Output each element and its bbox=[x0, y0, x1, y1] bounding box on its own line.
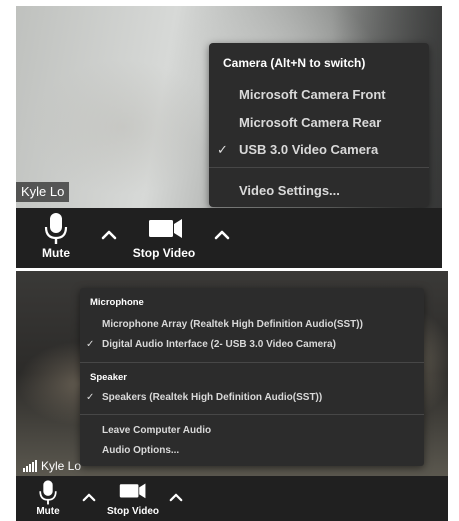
camera-menu: Camera (Alt+N to switch) Microsoft Camer… bbox=[209, 43, 429, 207]
speaker-heading: Speaker bbox=[90, 372, 127, 383]
participant-name-tag: Kyle Lo bbox=[18, 456, 86, 476]
camera-option-rear[interactable]: Microsoft Camera Rear bbox=[239, 115, 381, 130]
camera-option-usb[interactable]: ✓ USB 3.0 Video Camera bbox=[217, 142, 379, 158]
speaker-option-realtek[interactable]: ✓ Speakers (Realtek High Definition Audi… bbox=[86, 392, 323, 403]
video-options-caret[interactable] bbox=[214, 230, 230, 240]
mute-button[interactable]: Mute bbox=[32, 476, 64, 521]
mute-label: Mute bbox=[36, 506, 60, 517]
meeting-toolbar: Mute Stop Video bbox=[16, 208, 442, 268]
camera-option-front[interactable]: Microsoft Camera Front bbox=[239, 87, 386, 102]
menu-divider bbox=[80, 414, 424, 415]
microphone-option-realtek[interactable]: Microphone Array (Realtek High Definitio… bbox=[102, 319, 363, 330]
mute-label: Mute bbox=[42, 246, 70, 260]
audio-menu: Microphone Microphone Array (Realtek Hig… bbox=[80, 288, 424, 466]
leave-computer-audio-item[interactable]: Leave Computer Audio bbox=[102, 425, 211, 436]
audio-options-caret[interactable] bbox=[101, 230, 117, 240]
microphone-icon bbox=[39, 480, 57, 505]
menu-divider bbox=[80, 362, 424, 363]
stop-video-label: Stop Video bbox=[106, 506, 160, 517]
camera-option-label: Microsoft Camera Rear bbox=[239, 115, 382, 130]
checkmark-icon: ✓ bbox=[86, 339, 95, 350]
video-settings-item[interactable]: Video Settings... bbox=[239, 183, 340, 198]
microphone-icon bbox=[44, 213, 68, 244]
video-camera-icon bbox=[149, 219, 182, 238]
stop-video-label: Stop Video bbox=[132, 246, 196, 260]
camera-menu-heading: Camera (Alt+N to switch) bbox=[223, 56, 366, 70]
participant-name: Kyle Lo bbox=[41, 459, 82, 473]
audio-options-caret[interactable] bbox=[82, 493, 96, 502]
participant-name: Kyle Lo bbox=[21, 184, 65, 199]
video-options-caret[interactable] bbox=[169, 493, 183, 502]
microphone-option-label: Digital Audio Interface (2- USB 3.0 Vide… bbox=[102, 339, 336, 350]
camera-option-label: Microsoft Camera Front bbox=[239, 87, 386, 102]
mute-button[interactable]: Mute bbox=[36, 208, 76, 268]
leave-computer-audio-label: Leave Computer Audio bbox=[102, 425, 212, 436]
participant-name-tag: Kyle Lo bbox=[16, 182, 70, 202]
camera-option-label: USB 3.0 Video Camera bbox=[239, 142, 379, 157]
video-camera-icon bbox=[119, 483, 146, 499]
checkmark-icon: ✓ bbox=[217, 141, 228, 157]
video-settings-label: Video Settings... bbox=[239, 183, 340, 198]
signal-strength-icon bbox=[23, 460, 37, 472]
menu-divider bbox=[209, 167, 429, 168]
audio-screenshot-panel: Kyle Lo Microphone Microphone Array (Rea… bbox=[16, 271, 448, 521]
checkmark-icon: ✓ bbox=[86, 392, 95, 403]
camera-screenshot-panel: Kyle Lo Camera (Alt+N to switch) Microso… bbox=[16, 6, 442, 268]
microphone-heading: Microphone bbox=[90, 297, 144, 308]
audio-options-label: Audio Options... bbox=[102, 445, 180, 456]
meeting-toolbar: Mute Stop Video bbox=[16, 476, 448, 521]
microphone-option-label: Microphone Array (Realtek High Definitio… bbox=[102, 319, 363, 330]
audio-options-item[interactable]: Audio Options... bbox=[102, 445, 179, 456]
stop-video-button[interactable]: Stop Video bbox=[107, 476, 159, 521]
microphone-option-usb[interactable]: ✓ Digital Audio Interface (2- USB 3.0 Vi… bbox=[86, 339, 336, 350]
stop-video-button[interactable]: Stop Video bbox=[133, 208, 195, 268]
speaker-option-label: Speakers (Realtek High Definition Audio(… bbox=[102, 392, 323, 403]
